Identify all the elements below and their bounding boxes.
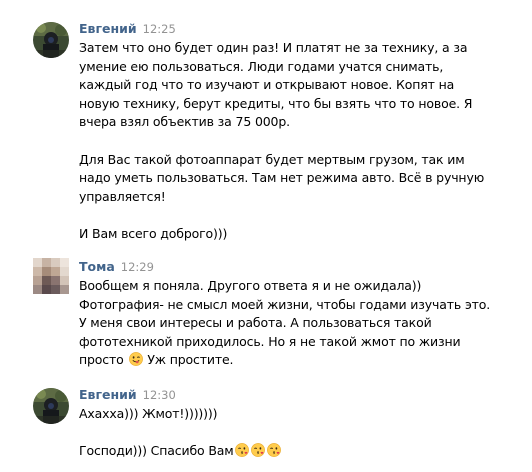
message-time[interactable]: 12:30: [143, 388, 176, 402]
author-name[interactable]: Тома: [79, 259, 115, 274]
message-2: Тома 12:29 Вообщем я поняла. Другого отве…: [0, 258, 532, 368]
message-line: умение ею пользоваться. Люди годами учат…: [79, 58, 444, 74]
avatar-photo: [33, 22, 69, 58]
message-line: Господи))) Спасибо Вам: [79, 442, 282, 461]
message-line-text: Уж простите.: [147, 352, 234, 368]
message-line: Фотография- не смысл моей жизни, чтобы г…: [79, 296, 491, 312]
message-line: надо уметь пользоваться. Там нет режима …: [79, 170, 485, 186]
avatar-evgeniy[interactable]: [33, 22, 69, 58]
message-line: У меня свои интересы и работа. А пользов…: [79, 315, 432, 331]
message-line: [79, 132, 484, 151]
message-line: Для Вас такой фотоаппарат будет мертвым …: [79, 151, 465, 167]
kiss-emoji: [266, 443, 281, 458]
message-line: И Вам всего доброго))): [79, 225, 228, 241]
message-line: новую технику, берут кредиты, что бы взя…: [79, 95, 473, 111]
message-line: Затем что оно будет один раз! И платят н…: [79, 40, 468, 55]
message-header: Евгений 12:25: [79, 20, 176, 36]
message-line: каждый год что то изучают и открывают но…: [79, 77, 455, 93]
avatar-photo: [33, 388, 69, 424]
kiss-emoji: [234, 443, 249, 458]
message-line: [79, 206, 484, 225]
message-header: Евгений 12:30: [79, 386, 176, 402]
message-body: Ахахха))) Жмот!))))))) Господи))) Спасиб…: [79, 405, 282, 461]
message-1: Евгений 12:25 Затем что оно будет один ра…: [0, 20, 532, 241]
message-body: Вообщем я поняла. Другого ответа я и не …: [79, 277, 490, 370]
message-line: Вообщем я поняла. Другого ответа я и не …: [79, 278, 422, 293]
message-time[interactable]: 12:25: [143, 22, 176, 36]
message-line-text: Господи))) Спасибо Вам: [79, 443, 234, 459]
message-time[interactable]: 12:29: [121, 260, 154, 274]
message-line-text: просто: [79, 352, 124, 368]
message-3: Евгений 12:30 Ахахха))) Жмот!))))))) Госп…: [0, 386, 532, 466]
avatar-evgeniy[interactable]: [33, 388, 69, 424]
author-name[interactable]: Евгений: [79, 387, 137, 402]
wink-tongue-emoji: [128, 352, 143, 367]
kiss-emoji: [250, 443, 265, 458]
author-name[interactable]: Евгений: [79, 21, 137, 36]
message-header: Тома 12:29: [79, 258, 154, 274]
message-line: управляется!: [79, 188, 166, 204]
avatar-toma[interactable]: [33, 258, 69, 294]
message-line: Ахахха))) Жмот!))))))): [79, 406, 218, 421]
message-line: просто Уж простите.: [79, 351, 490, 370]
message-line: вчера взял объектив за 75 000р.: [79, 114, 290, 130]
message-body: Затем что оно будет один раз! И платят н…: [79, 39, 484, 244]
message-line: [79, 424, 282, 443]
avatar-photo: [33, 258, 69, 294]
message-line: фототехникой приходилось. Но я не такой …: [79, 333, 461, 349]
